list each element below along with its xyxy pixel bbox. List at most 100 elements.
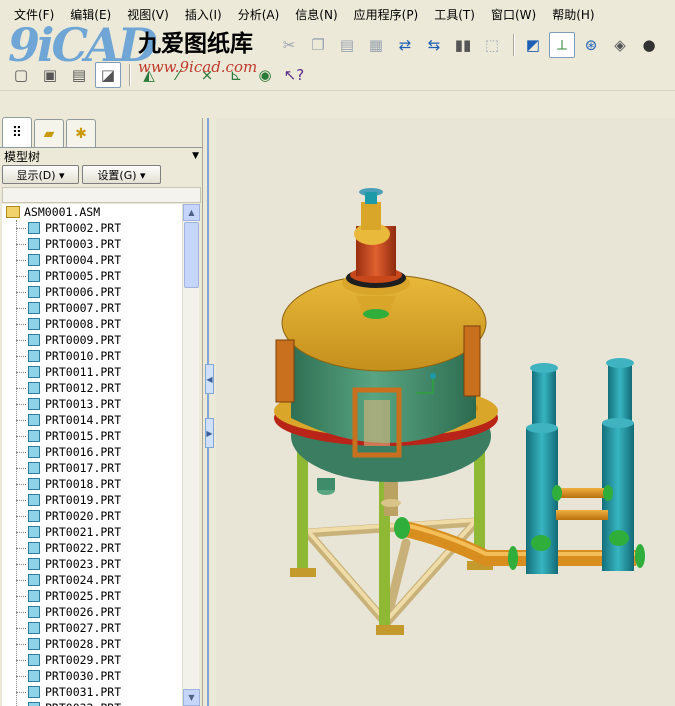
tree-item-label: PRT0027.PRT bbox=[45, 621, 122, 635]
panel-splitter[interactable]: ◀ ▶ bbox=[203, 118, 216, 706]
tree-item-part[interactable]: PRT0030.PRT bbox=[16, 668, 121, 684]
tree-item-label: PRT0003.PRT bbox=[45, 237, 122, 251]
logo-url: www.9icad.com bbox=[138, 58, 258, 76]
part-icon bbox=[28, 526, 40, 538]
paste-icon[interactable]: ▤ bbox=[334, 32, 360, 58]
spin-center-icon[interactable]: ⟂ bbox=[549, 32, 575, 58]
part-icon bbox=[28, 654, 40, 666]
tree-root[interactable]: ASM0001.ASM bbox=[6, 204, 100, 220]
regenerate-manager-icon[interactable]: ⇆ bbox=[421, 32, 447, 58]
part-icon bbox=[28, 254, 40, 266]
copy-icon[interactable]: ❐ bbox=[305, 32, 331, 58]
saved-views-icon[interactable]: ◈ bbox=[607, 32, 633, 58]
tree-item-label: PRT0013.PRT bbox=[45, 397, 122, 411]
scroll-thumb[interactable] bbox=[184, 222, 199, 288]
tree-connector bbox=[16, 339, 26, 341]
part-icon bbox=[28, 686, 40, 698]
tree-item-part[interactable]: PRT0018.PRT bbox=[16, 476, 121, 492]
tree-item-part[interactable]: PRT0020.PRT bbox=[16, 508, 121, 524]
tree-item-part[interactable]: PRT0032.PRT bbox=[16, 700, 121, 706]
tree-item-label: PRT0030.PRT bbox=[45, 669, 122, 683]
tree-item-part[interactable]: PRT0015.PRT bbox=[16, 428, 121, 444]
repaint-icon[interactable]: ◩ bbox=[520, 32, 546, 58]
part-icon bbox=[28, 542, 40, 554]
tree-item-part[interactable]: PRT0025.PRT bbox=[16, 588, 121, 604]
tree-item-label: PRT0005.PRT bbox=[45, 269, 122, 283]
tree-item-part[interactable]: PRT0011.PRT bbox=[16, 364, 121, 380]
part-icon bbox=[28, 702, 40, 706]
select-box-icon[interactable]: ⬚ bbox=[479, 32, 505, 58]
part-icon bbox=[28, 270, 40, 282]
part-icon bbox=[28, 286, 40, 298]
part-icon bbox=[28, 238, 40, 250]
regenerate-icon[interactable]: ⇄ bbox=[392, 32, 418, 58]
tree-item-part[interactable]: PRT0031.PRT bbox=[16, 684, 121, 700]
menu-tools[interactable]: 工具(T) bbox=[426, 0, 483, 30]
tree-item-part[interactable]: PRT0019.PRT bbox=[16, 492, 121, 508]
favorites-tab[interactable]: ✱ bbox=[66, 119, 96, 147]
tree-item-part[interactable]: PRT0022.PRT bbox=[16, 540, 121, 556]
tree-item-part[interactable]: PRT0004.PRT bbox=[16, 252, 121, 268]
tree-connector bbox=[16, 355, 26, 357]
scroll-up-icon[interactable]: ▲ bbox=[183, 204, 200, 221]
tree-item-label: PRT0010.PRT bbox=[45, 349, 122, 363]
menu-applications[interactable]: 应用程序(P) bbox=[346, 0, 427, 30]
tree-connector bbox=[16, 531, 26, 533]
menu-window[interactable]: 窗口(W) bbox=[483, 0, 544, 30]
pump-stacks bbox=[526, 358, 634, 574]
model-tree-tab[interactable]: ⠿ bbox=[2, 117, 32, 147]
tree-item-label: PRT0008.PRT bbox=[45, 317, 122, 331]
tree-item-label: PRT0019.PRT bbox=[45, 493, 122, 507]
tree-item-part[interactable]: PRT0007.PRT bbox=[16, 300, 121, 316]
menu-help[interactable]: 帮助(H) bbox=[544, 0, 602, 30]
tree-item-part[interactable]: PRT0028.PRT bbox=[16, 636, 121, 652]
tree-item-part[interactable]: PRT0009.PRT bbox=[16, 332, 121, 348]
model-tree: ASM0001.ASM PRT0002.PRT PRT0003.PRT PRT000… bbox=[2, 204, 182, 706]
tree-item-part[interactable]: PRT0003.PRT bbox=[16, 236, 121, 252]
tree-item-part[interactable]: PRT0012.PRT bbox=[16, 380, 121, 396]
tree-item-part[interactable]: PRT0008.PRT bbox=[16, 316, 121, 332]
tree-item-part[interactable]: PRT0021.PRT bbox=[16, 524, 121, 540]
paste-special-icon[interactable]: ▦ bbox=[363, 32, 389, 58]
part-icon bbox=[28, 398, 40, 410]
tree-connector bbox=[16, 259, 26, 261]
tree-item-part[interactable]: PRT0005.PRT bbox=[16, 268, 121, 284]
tree-item-part[interactable]: PRT0002.PRT bbox=[16, 220, 121, 236]
tree-item-part[interactable]: PRT0024.PRT bbox=[16, 572, 121, 588]
folder-browser-tab[interactable]: ▰ bbox=[34, 119, 64, 147]
tree-item-part[interactable]: PRT0023.PRT bbox=[16, 556, 121, 572]
tree-item-label: PRT0026.PRT bbox=[45, 605, 122, 619]
tree-item-part[interactable]: PRT0014.PRT bbox=[16, 412, 121, 428]
tree-item-part[interactable]: PRT0026.PRT bbox=[16, 604, 121, 620]
scroll-down-icon[interactable]: ▼ bbox=[183, 689, 200, 706]
tree-item-part[interactable]: PRT0006.PRT bbox=[16, 284, 121, 300]
navigator-tabs: ⠿ ▰ ✱ bbox=[0, 117, 203, 148]
part-icon bbox=[28, 638, 40, 650]
tree-item-part[interactable]: PRT0016.PRT bbox=[16, 444, 121, 460]
logo-mark: 9iCAD bbox=[8, 18, 158, 72]
tree-item-label: PRT0002.PRT bbox=[45, 221, 122, 235]
collapse-left-icon[interactable]: ◀ bbox=[205, 364, 214, 394]
toolbar-separator bbox=[513, 34, 515, 56]
find-icon[interactable]: ▮▮ bbox=[450, 32, 476, 58]
tree-item-part[interactable]: PRT0010.PRT bbox=[16, 348, 121, 364]
shading-icon[interactable]: ● bbox=[636, 32, 662, 58]
navigator-panel: ⠿ ▰ ✱ 模型树 ▼ 显示(D) ▾ 设置(G) ▾ ASM0001.ASM … bbox=[0, 117, 203, 706]
tree-connector bbox=[16, 323, 26, 325]
orient-icon[interactable]: ⊛ bbox=[578, 32, 604, 58]
tree-item-part[interactable]: PRT0027.PRT bbox=[16, 620, 121, 636]
tree-item-part[interactable]: PRT0013.PRT bbox=[16, 396, 121, 412]
tree-scrollbar[interactable]: ▲ ▼ bbox=[182, 204, 200, 706]
tree-item-part[interactable]: PRT0029.PRT bbox=[16, 652, 121, 668]
show-button[interactable]: 显示(D) ▾ bbox=[2, 165, 79, 184]
tree-item-part[interactable]: PRT0017.PRT bbox=[16, 460, 121, 476]
part-icon bbox=[28, 318, 40, 330]
settings-button[interactable]: 设置(G) ▾ bbox=[82, 165, 161, 184]
graphics-viewport[interactable] bbox=[216, 118, 675, 706]
part-icon bbox=[28, 350, 40, 362]
part-icon bbox=[28, 606, 40, 618]
expand-right-icon[interactable]: ▶ bbox=[205, 418, 214, 448]
part-icon bbox=[28, 366, 40, 378]
panel-header: 模型树 ▼ bbox=[0, 148, 203, 164]
panel-menu-caret-icon[interactable]: ▼ bbox=[192, 151, 199, 161]
